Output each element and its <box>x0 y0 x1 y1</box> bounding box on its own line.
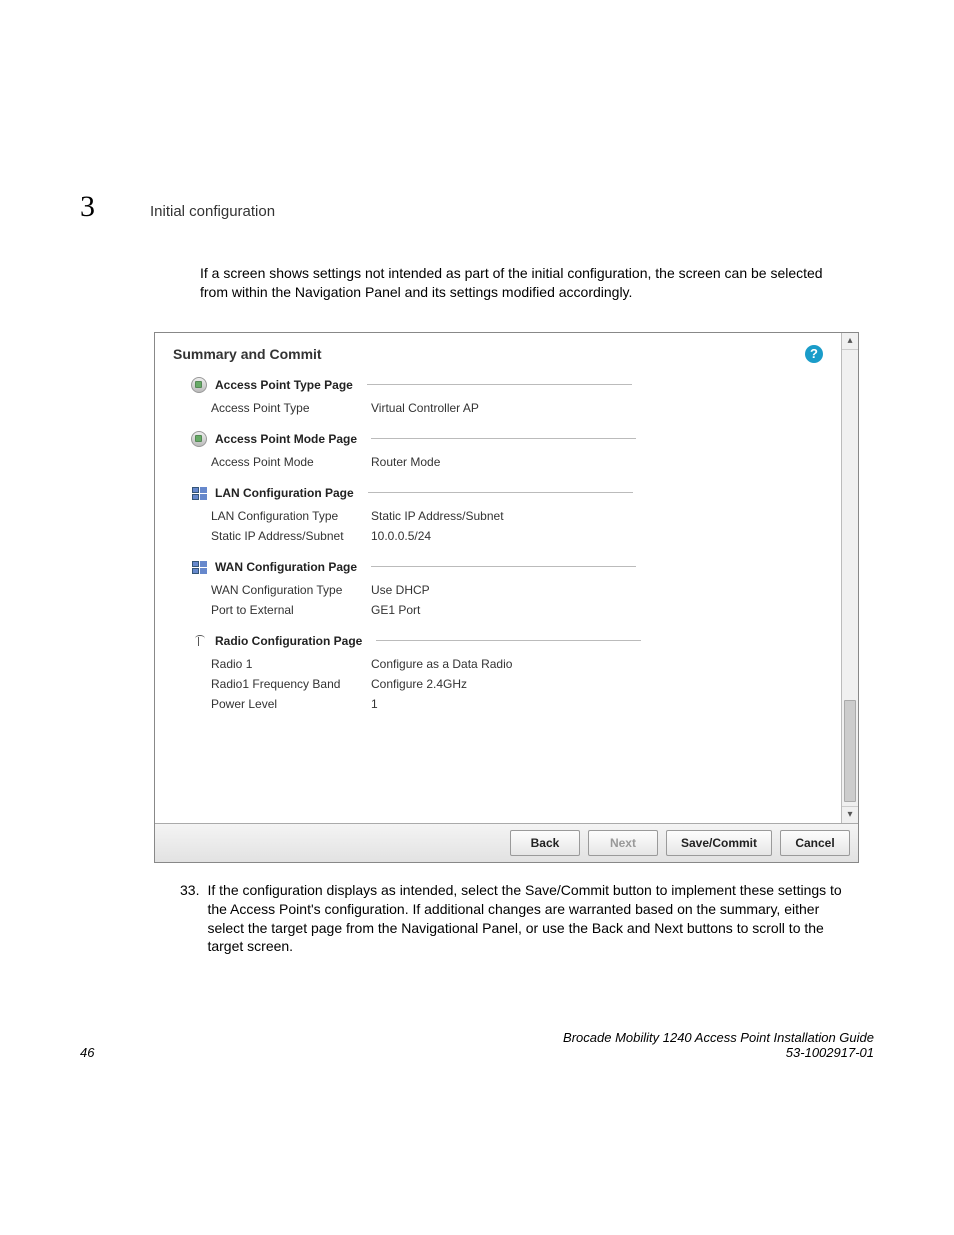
page-number: 46 <box>80 1045 94 1060</box>
config-value: Virtual Controller AP <box>371 401 479 415</box>
doc-number: 53-1002917-01 <box>563 1045 874 1060</box>
scroll-down-icon[interactable]: ▾ <box>842 806 858 823</box>
section-header: Access Point Mode Page <box>191 431 823 447</box>
section-header: LAN Configuration Page <box>191 485 823 501</box>
config-value: Router Mode <box>371 455 440 469</box>
intro-paragraph: If a screen shows settings not intended … <box>200 264 834 302</box>
config-section: Access Point Mode Page Access Point Mode R… <box>191 431 823 469</box>
section-divider <box>376 640 641 641</box>
scrollbar[interactable]: ▴ ▾ <box>841 333 858 823</box>
section-divider <box>368 492 633 493</box>
page-footer: 46 Brocade Mobility 1240 Access Point In… <box>80 1030 874 1060</box>
scroll-up-icon[interactable]: ▴ <box>842 333 858 350</box>
section-divider <box>371 566 636 567</box>
config-row: LAN Configuration Type Static IP Address/… <box>211 509 823 523</box>
config-value: Configure 2.4GHz <box>371 677 467 691</box>
config-value: 10.0.0.5/24 <box>371 529 431 543</box>
config-row: Power Level 1 <box>211 697 823 711</box>
section-title: Access Point Type Page <box>215 378 353 392</box>
config-value: Static IP Address/Subnet <box>371 509 504 523</box>
config-row: WAN Configuration Type Use DHCP <box>211 583 823 597</box>
step-33: 33. If the configuration displays as int… <box>180 881 849 957</box>
config-key: Access Point Mode <box>211 455 351 469</box>
section-header: Access Point Type Page <box>191 377 823 393</box>
section-title: Access Point Mode Page <box>215 432 357 446</box>
config-key: WAN Configuration Type <box>211 583 351 597</box>
config-row: Radio 1 Configure as a Data Radio <box>211 657 823 671</box>
step-text: If the configuration displays as intende… <box>207 881 849 957</box>
summary-commit-screenshot: Summary and Commit ? Access Point Type P… <box>154 332 859 863</box>
section-header: Radio Configuration Page <box>191 633 823 649</box>
section-title: LAN Configuration Page <box>215 486 354 500</box>
config-row: Static IP Address/Subnet 10.0.0.5/24 <box>211 529 823 543</box>
radio-icon <box>191 633 207 649</box>
section-title: Radio Configuration Page <box>215 634 362 648</box>
step-number: 33. <box>180 881 199 957</box>
config-value: GE1 Port <box>371 603 420 617</box>
chapter-header: 3 Initial configuration <box>80 190 874 224</box>
save-commit-button[interactable]: Save/Commit <box>666 830 772 856</box>
next-button: Next <box>588 830 658 856</box>
config-value: Use DHCP <box>371 583 430 597</box>
help-icon[interactable]: ? <box>805 345 823 363</box>
section-title: WAN Configuration Page <box>215 560 357 574</box>
circle-icon <box>191 377 207 393</box>
panel-title: Summary and Commit <box>173 346 322 362</box>
config-row: Radio1 Frequency Band Configure 2.4GHz <box>211 677 823 691</box>
button-bar: Back Next Save/Commit Cancel <box>155 823 858 862</box>
config-key: Access Point Type <box>211 401 351 415</box>
config-section: Radio Configuration Page Radio 1 Configure… <box>191 633 823 711</box>
config-key: Radio1 Frequency Band <box>211 677 351 691</box>
config-key: Power Level <box>211 697 351 711</box>
cancel-button[interactable]: Cancel <box>780 830 850 856</box>
chapter-title: Initial configuration <box>150 203 275 220</box>
scroll-track[interactable] <box>842 350 858 806</box>
guide-title: Brocade Mobility 1240 Access Point Insta… <box>563 1030 874 1045</box>
scroll-thumb[interactable] <box>844 700 856 802</box>
section-divider <box>367 384 632 385</box>
config-row: Access Point Mode Router Mode <box>211 455 823 469</box>
chapter-number: 3 <box>80 190 120 224</box>
circle-icon <box>191 431 207 447</box>
config-value: 1 <box>371 697 378 711</box>
config-row: Access Point Type Virtual Controller AP <box>211 401 823 415</box>
config-row: Port to External GE1 Port <box>211 603 823 617</box>
net-icon <box>191 559 207 575</box>
config-section: Access Point Type Page Access Point Type V… <box>191 377 823 415</box>
section-divider <box>371 438 636 439</box>
section-header: WAN Configuration Page <box>191 559 823 575</box>
config-key: Port to External <box>211 603 351 617</box>
config-key: Radio 1 <box>211 657 351 671</box>
net-icon <box>191 485 207 501</box>
config-value: Configure as a Data Radio <box>371 657 512 671</box>
back-button[interactable]: Back <box>510 830 580 856</box>
config-section: LAN Configuration Page LAN Configuration … <box>191 485 823 543</box>
config-section: WAN Configuration Page WAN Configuration … <box>191 559 823 617</box>
config-key: Static IP Address/Subnet <box>211 529 351 543</box>
config-key: LAN Configuration Type <box>211 509 351 523</box>
